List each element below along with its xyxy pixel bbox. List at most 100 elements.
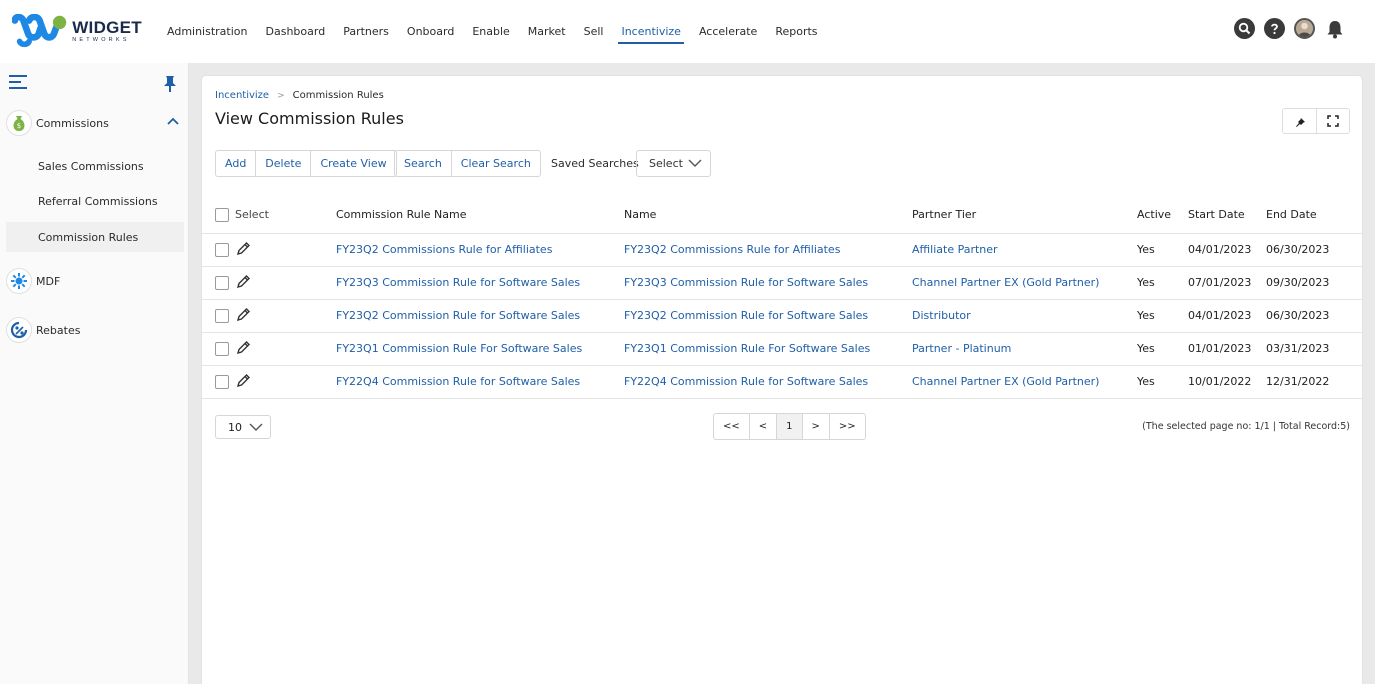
active-cell: Yes: [1137, 233, 1188, 267]
row-checkbox[interactable]: [215, 341, 229, 356]
name-link[interactable]: FY23Q2 Commission Rule for Software Sale…: [624, 299, 912, 333]
nav-item-onboard[interactable]: Onboard: [407, 19, 454, 44]
nav-item-accelerate[interactable]: Accelerate: [699, 19, 757, 44]
name-link[interactable]: FY23Q1 Commission Rule For Software Sale…: [624, 332, 912, 366]
edit-pencil-icon[interactable]: [236, 307, 251, 325]
nav-item-partners[interactable]: Partners: [343, 19, 389, 44]
name-link[interactable]: FY23Q3 Commission Rule for Software Sale…: [624, 266, 912, 300]
page-1-button[interactable]: 1: [776, 414, 802, 439]
nav-item-dashboard[interactable]: Dashboard: [266, 19, 326, 44]
table-row: FY23Q2 Commissions Rule for Affiliates F…: [202, 233, 1362, 267]
sidebar-section-commissions[interactable]: $ Commissions: [6, 110, 184, 136]
user-avatar[interactable]: [1294, 18, 1315, 39]
next-page-button[interactable]: >: [801, 414, 829, 439]
logo-mark-icon: [12, 14, 67, 48]
page-size-dropdown[interactable]: 10: [215, 415, 271, 439]
saved-searches-dropdown[interactable]: Select: [636, 150, 711, 177]
breadcrumb-link-incentivize[interactable]: Incentivize: [215, 90, 269, 101]
select-all-checkbox[interactable]: [215, 207, 229, 222]
name-link[interactable]: FY22Q4 Commission Rule for Software Sale…: [624, 365, 912, 399]
header-actions: [1225, 18, 1345, 39]
top-navigation-bar: WIDGET NETWORKS Administration Dashboard P…: [0, 0, 1375, 63]
table-header-row: Select Commission Rule Name Name Partner…: [202, 197, 1362, 234]
sidebar-section-label: Commissions: [36, 116, 109, 130]
fullscreen-button[interactable]: [1316, 109, 1349, 133]
search-actions: Search Clear Search: [394, 150, 541, 177]
breadcrumb: Incentivize > Commission Rules: [215, 90, 384, 101]
row-checkbox[interactable]: [215, 374, 229, 389]
pin-panel-button[interactable]: [1283, 109, 1316, 133]
partner-tier-link[interactable]: Distributor: [912, 299, 1137, 333]
nav-item-administration[interactable]: Administration: [167, 19, 248, 44]
first-page-button[interactable]: <<: [714, 414, 749, 439]
column-header-commission-rule-name[interactable]: Commission Rule Name: [336, 197, 624, 234]
start-date-cell: 04/01/2023: [1188, 299, 1266, 333]
pin-sidebar-icon[interactable]: [162, 75, 178, 93]
widget-networks-logo[interactable]: WIDGET NETWORKS: [12, 14, 142, 48]
sidebar-item-sales-commissions[interactable]: Sales Commissions: [6, 151, 184, 181]
add-button[interactable]: Add: [216, 151, 255, 176]
search-button[interactable]: Search: [395, 151, 451, 176]
name-link[interactable]: FY23Q2 Commissions Rule for Affiliates: [624, 233, 912, 267]
help-icon[interactable]: [1264, 18, 1285, 39]
sidebar-section-mdf[interactable]: MDF: [6, 268, 184, 294]
column-header-start-date[interactable]: Start Date: [1188, 197, 1266, 234]
hamburger-menu-icon[interactable]: [9, 75, 27, 91]
page-size-value: 10: [228, 420, 242, 434]
end-date-cell: 06/30/2023: [1266, 233, 1362, 267]
column-header-end-date[interactable]: End Date: [1266, 197, 1362, 234]
sidebar-item-referral-commissions[interactable]: Referral Commissions: [6, 186, 184, 216]
main-panel: Incentivize > Commission Rules View Comm…: [201, 75, 1363, 684]
saved-searches-value: Select: [649, 157, 683, 170]
partner-tier-link[interactable]: Partner - Platinum: [912, 332, 1137, 366]
edit-pencil-icon[interactable]: [236, 373, 251, 391]
create-view-button[interactable]: Create View: [310, 151, 395, 176]
page-info-text: (The selected page no: 1/1 | Total Recor…: [1142, 421, 1350, 432]
commission-rule-name-link[interactable]: FY22Q4 Commission Rule for Software Sale…: [336, 365, 624, 399]
start-date-cell: 01/01/2023: [1188, 332, 1266, 366]
start-date-cell: 04/01/2023: [1188, 233, 1266, 267]
delete-button[interactable]: Delete: [255, 151, 310, 176]
notification-bell-icon[interactable]: [1324, 18, 1345, 39]
commission-rule-name-link[interactable]: FY23Q2 Commissions Rule for Affiliates: [336, 233, 624, 267]
column-header-select: Select: [202, 197, 336, 234]
row-checkbox[interactable]: [215, 308, 229, 323]
chevron-up-icon[interactable]: [166, 116, 180, 129]
nav-item-reports[interactable]: Reports: [775, 19, 817, 44]
end-date-cell: 09/30/2023: [1266, 266, 1362, 300]
edit-pencil-icon[interactable]: [236, 274, 251, 292]
partner-tier-link[interactable]: Channel Partner EX (Gold Partner): [912, 266, 1137, 300]
sidebar-item-commission-rules[interactable]: Commission Rules: [6, 222, 184, 252]
nav-item-sell[interactable]: Sell: [584, 19, 604, 44]
row-checkbox[interactable]: [215, 275, 229, 290]
breadcrumb-current: Commission Rules: [292, 90, 384, 101]
commission-rule-name-link[interactable]: FY23Q1 Commission Rule For Software Sale…: [336, 332, 624, 366]
nav-item-incentivize[interactable]: Incentivize: [618, 19, 685, 44]
clear-search-button[interactable]: Clear Search: [450, 151, 540, 176]
gear-network-icon: [6, 268, 32, 294]
search-icon[interactable]: [1234, 18, 1255, 39]
commission-rule-name-link[interactable]: FY23Q3 Commission Rule for Software Sale…: [336, 266, 624, 300]
column-header-active[interactable]: Active: [1137, 197, 1188, 234]
sidebar-section-label: Rebates: [36, 323, 81, 337]
previous-page-button[interactable]: <: [748, 414, 776, 439]
column-header-name[interactable]: Name: [624, 197, 912, 234]
last-page-button[interactable]: >>: [828, 414, 865, 439]
end-date-cell: 06/30/2023: [1266, 299, 1362, 333]
edit-pencil-icon[interactable]: [236, 340, 251, 358]
row-checkbox[interactable]: [215, 242, 229, 257]
nav-item-market[interactable]: Market: [528, 19, 566, 44]
active-cell: Yes: [1137, 332, 1188, 366]
end-date-cell: 03/31/2023: [1266, 332, 1362, 366]
partner-tier-link[interactable]: Affiliate Partner: [912, 233, 1137, 267]
pin-icon: [1295, 116, 1305, 127]
sidebar-section-rebates[interactable]: Rebates: [6, 317, 184, 343]
commission-rule-name-link[interactable]: FY23Q2 Commission Rule for Software Sale…: [336, 299, 624, 333]
nav-item-enable[interactable]: Enable: [472, 19, 509, 44]
table-row: FY23Q1 Commission Rule For Software Sale…: [202, 332, 1362, 366]
edit-pencil-icon[interactable]: [236, 241, 251, 259]
end-date-cell: 12/31/2022: [1266, 365, 1362, 399]
column-header-partner-tier[interactable]: Partner Tier: [912, 197, 1137, 234]
saved-searches-label: Saved Searches: [551, 157, 639, 170]
partner-tier-link[interactable]: Channel Partner EX (Gold Partner): [912, 365, 1137, 399]
